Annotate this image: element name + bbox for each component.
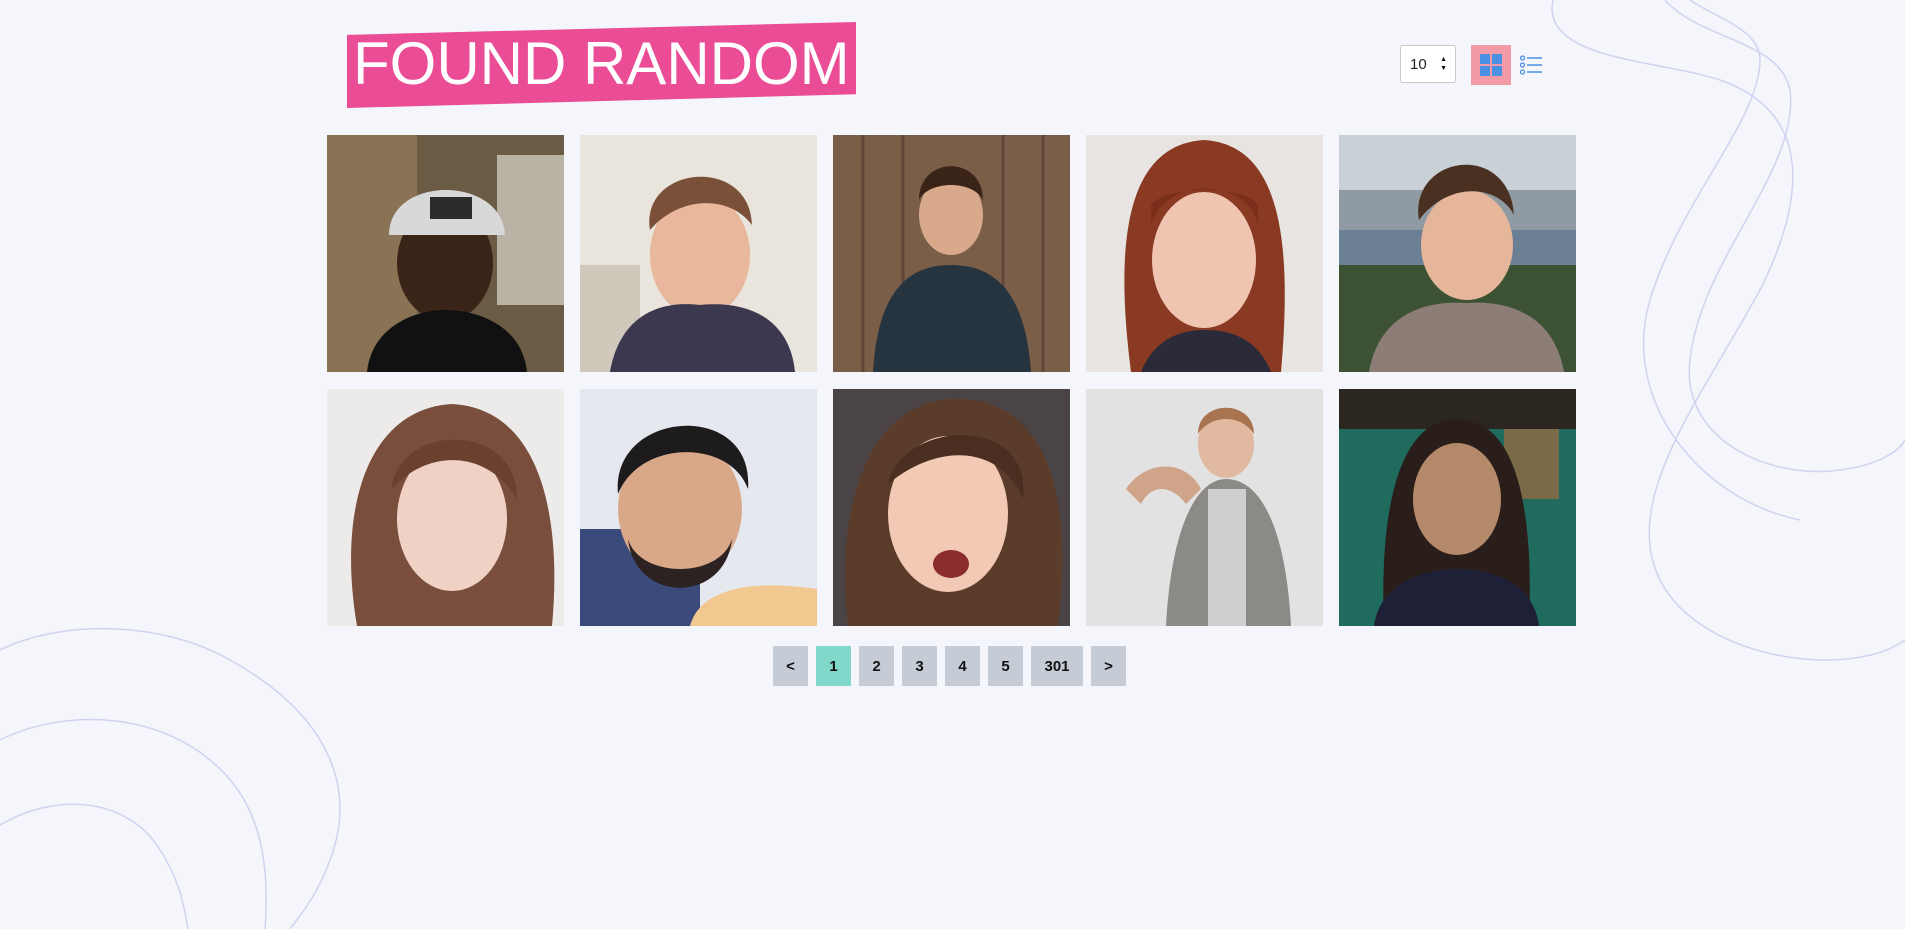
profile-photo[interactable] [833,135,1070,372]
spinner-icon[interactable]: ▲ ▼ [1440,56,1447,72]
per-page-value: 10 [1410,55,1427,73]
profile-photo[interactable] [833,389,1070,626]
profile-photo[interactable] [1339,389,1576,626]
page-button-4[interactable]: 4 [945,646,980,686]
page-title-banner: FOUND RANDOM [347,22,856,108]
list-view-icon [1520,55,1542,75]
profile-photo[interactable] [580,389,817,626]
pagination: < 1 2 3 4 5 301 > [773,646,1126,686]
page-button-last[interactable]: 301 [1031,646,1083,686]
per-page-input[interactable]: 10 ▲ ▼ [1400,45,1456,83]
page-button-5[interactable]: 5 [988,646,1023,686]
page-title: FOUND RANDOM [353,30,850,97]
page-button-1[interactable]: 1 [816,646,851,686]
profile-photo[interactable] [327,135,564,372]
profile-photo[interactable] [1086,135,1323,372]
page-button-2[interactable]: 2 [859,646,894,686]
profile-photo[interactable] [580,135,817,372]
list-view-button[interactable] [1517,51,1545,79]
next-page-button[interactable]: > [1091,646,1126,686]
grid-view-button[interactable] [1471,45,1511,85]
profile-gallery [327,135,1576,626]
profile-photo[interactable] [1086,389,1323,626]
profile-photo[interactable] [327,389,564,626]
prev-page-button[interactable]: < [773,646,808,686]
page-button-3[interactable]: 3 [902,646,937,686]
profile-photo[interactable] [1339,135,1576,372]
grid-view-icon [1480,54,1502,76]
